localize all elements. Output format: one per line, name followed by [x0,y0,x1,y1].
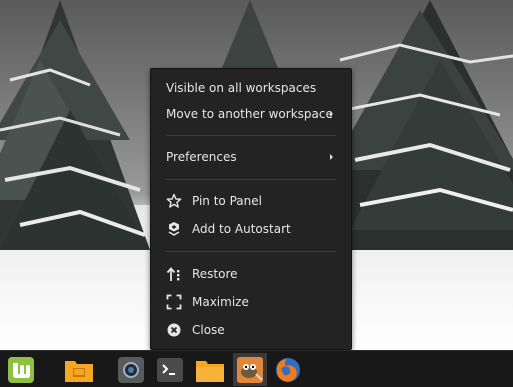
restore-icon [166,267,180,281]
taskbar-terminal[interactable] [153,353,187,386]
submenu-arrow-icon [330,111,333,117]
screenshot-tool-icon [118,356,144,383]
menu-item-label: Visible on all workspaces [166,81,317,95]
menu-item-label: Close [192,323,225,337]
taskbar-files[interactable] [193,353,227,386]
terminal-icon [157,357,183,382]
window-context-menu: Visible on all workspaces Move to anothe… [150,68,352,350]
linux-mint-menu-icon [8,356,34,383]
menu-separator [166,251,336,252]
menu-separator [166,179,336,180]
close-icon [167,323,181,337]
menu-item-label: Preferences [166,150,237,164]
taskbar-gimp[interactable] [233,353,267,386]
gimp-icon [237,356,263,383]
taskbar-panel [0,350,513,387]
star-icon [166,193,182,208]
taskbar-firefox[interactable] [271,353,305,386]
submenu-arrow-icon [330,154,333,160]
menu-item-close[interactable]: Close [151,318,351,342]
menu-item-label: Maximize [192,295,249,309]
maximize-icon [166,294,182,310]
desktop-folder-icon [65,360,93,382]
files-folder-icon [196,360,224,382]
firefox-icon [276,357,300,382]
taskbar-desktop-folder[interactable] [62,353,96,386]
menu-item-label: Add to Autostart [192,222,291,236]
menu-item-maximize[interactable]: Maximize [151,290,351,314]
menu-item-restore[interactable]: Restore [151,262,351,286]
menu-item-visible-all-workspaces[interactable]: Visible on all workspaces [151,76,351,100]
taskbar-menu-button[interactable] [4,353,38,386]
menu-item-label: Restore [192,267,238,281]
autostart-icon [168,222,180,236]
menu-item-preferences[interactable]: Preferences [151,145,351,169]
menu-item-label: Move to another workspace [166,107,333,121]
menu-item-add-to-autostart[interactable]: Add to Autostart [151,217,351,241]
menu-item-label: Pin to Panel [192,194,262,208]
taskbar-screenshot-tool[interactable] [114,353,148,386]
menu-separator [166,135,336,136]
menu-item-pin-to-panel[interactable]: Pin to Panel [151,189,351,213]
menu-item-move-workspace[interactable]: Move to another workspace [151,102,351,126]
